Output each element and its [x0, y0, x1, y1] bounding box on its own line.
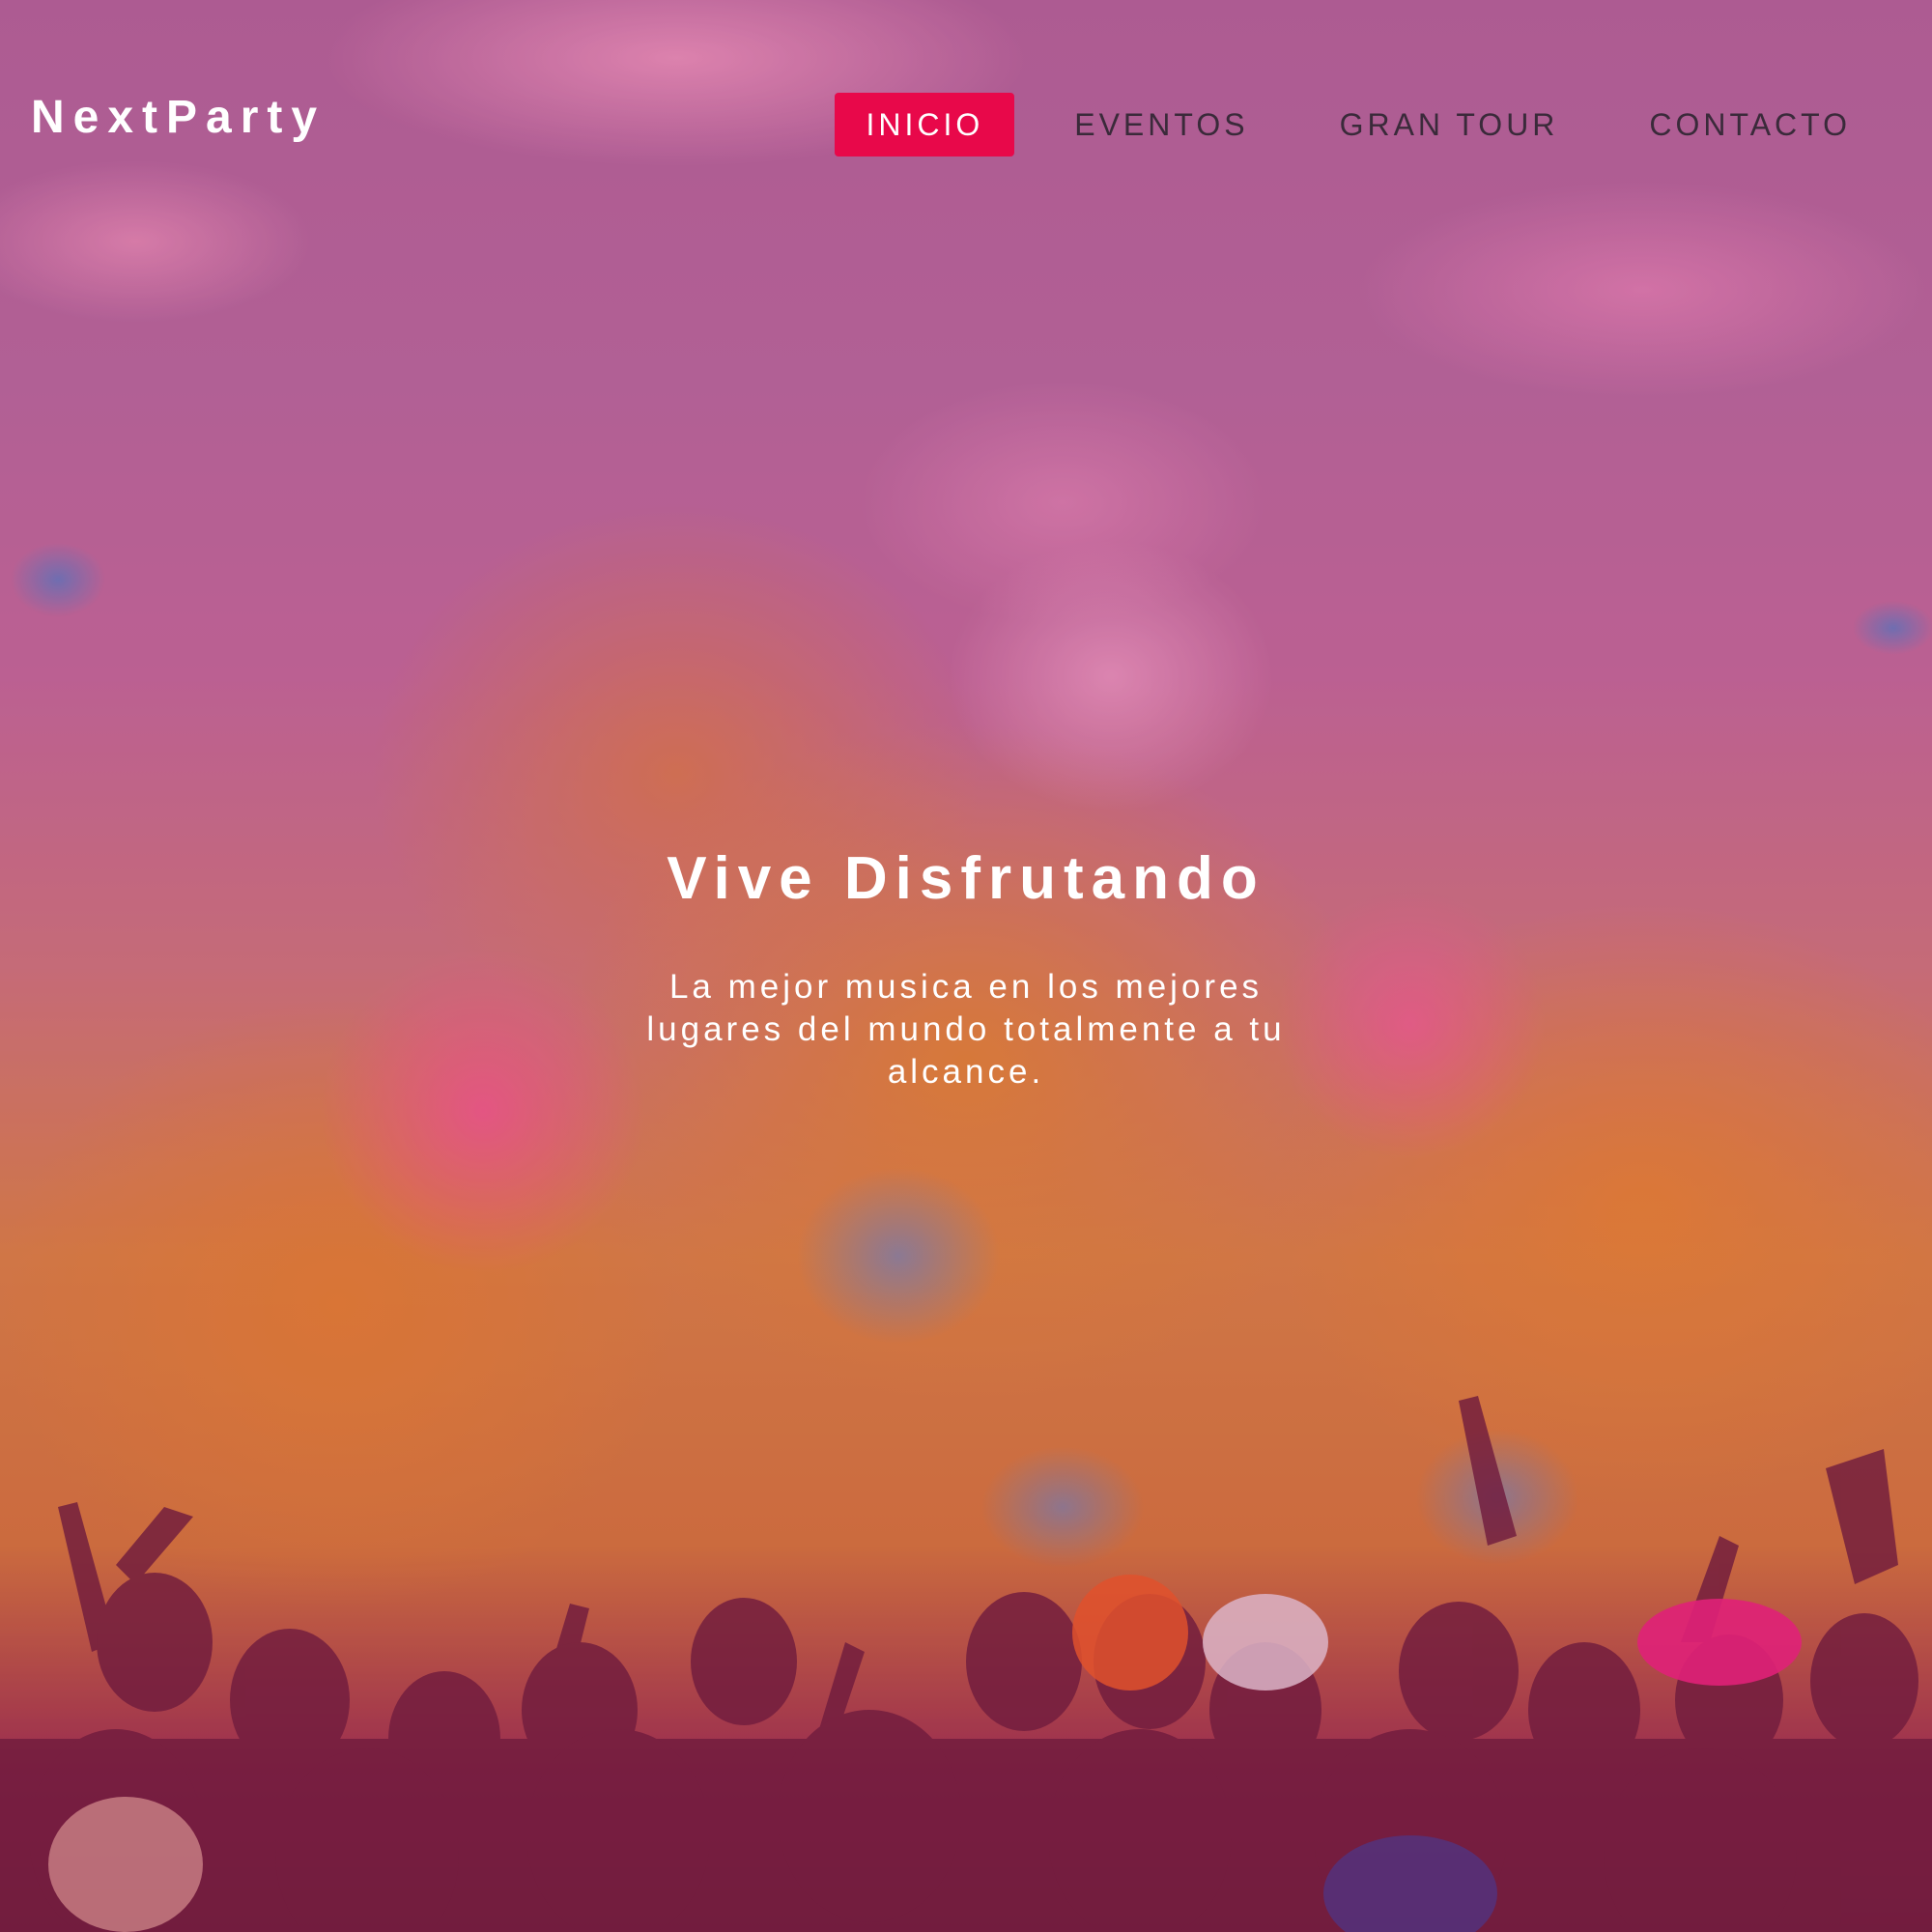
hero-subtitle: La mejor musica en los mejores lugares d…: [646, 968, 1286, 1091]
brand-logo[interactable]: NextParty: [31, 89, 326, 147]
main-nav: INICIO EVENTOS GRAN TOUR CONTACTO: [835, 93, 1882, 156]
nav-item-eventos[interactable]: EVENTOS: [1043, 93, 1279, 156]
hero-title: Vive Disfrutando: [667, 845, 1265, 912]
nav-item-gran-tour[interactable]: GRAN TOUR: [1309, 93, 1590, 156]
nav-item-inicio[interactable]: INICIO: [835, 93, 1015, 156]
site-header: NextParty INICIO EVENTOS GRAN TOUR CONTA…: [0, 0, 1932, 251]
hero-content: Vive Disfrutando La mejor musica en los …: [0, 840, 1932, 1094]
nav-item-contacto[interactable]: CONTACTO: [1618, 93, 1882, 156]
